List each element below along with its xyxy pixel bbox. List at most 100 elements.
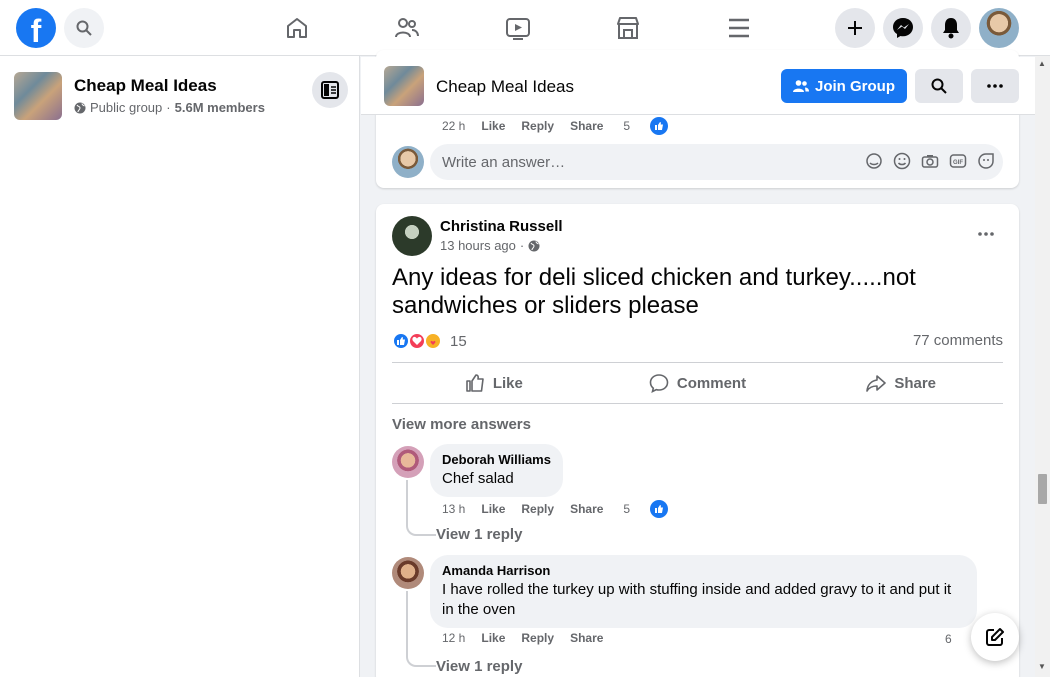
svg-text:GIF: GIF [953, 160, 963, 166]
comment-share-link[interactable]: Share [570, 119, 603, 133]
page-scrollbar[interactable]: ▲ ▼ [1035, 56, 1050, 677]
group-cover-thumbnail[interactable] [14, 72, 62, 120]
nav-menu[interactable] [723, 12, 755, 44]
comment-text: I have rolled the turkey up with stuffin… [442, 581, 952, 618]
care-reaction-icon [424, 332, 442, 350]
like-reaction-icon [650, 117, 669, 135]
compose-icon [986, 628, 1004, 646]
comment-bubble: Deborah Williams Chef salad [430, 444, 563, 497]
post-action-bar: Like Comment Share [392, 362, 1003, 404]
comment-time[interactable]: 13 h [442, 502, 465, 516]
messenger-button[interactable] [883, 8, 923, 48]
comment-actions: 12 h Like Reply Share [442, 631, 619, 645]
profile-avatar[interactable] [979, 8, 1019, 48]
comment-label: Comment [676, 374, 747, 392]
notifications-button[interactable] [931, 8, 971, 48]
thread-connector [406, 480, 436, 536]
comment-like-link[interactable]: Like [481, 502, 505, 516]
group-sidebar: Cheap Meal Ideas Public group · 5.6M mem… [0, 56, 360, 677]
people-icon [793, 80, 809, 92]
comment-like-link[interactable]: Like [481, 631, 505, 645]
thumbs-up-icon [466, 374, 484, 392]
comment-like-count[interactable]: 5 [623, 500, 684, 518]
sticker-icon[interactable] [977, 152, 995, 170]
share-label: Share [894, 374, 937, 392]
like-count-value: 5 [623, 502, 631, 516]
view-reply-link[interactable]: View 1 reply [436, 526, 522, 543]
marketplace-icon [617, 17, 639, 39]
like-count-value: 5 [623, 119, 631, 133]
join-group-button[interactable]: Join Group [781, 69, 907, 103]
comment-like-link[interactable]: Like [481, 119, 505, 133]
scroll-down-arrow[interactable]: ▼ [1038, 662, 1046, 671]
comment-reply-link[interactable]: Reply [521, 119, 554, 133]
commenter-avatar[interactable] [392, 446, 424, 478]
group-sticky-header: Cheap Meal Ideas Join Group [361, 57, 1035, 115]
gif-icon[interactable]: GIF [949, 152, 967, 170]
comment-share-link[interactable]: Share [570, 631, 603, 645]
emoji-icon[interactable] [893, 152, 911, 170]
commenter-name[interactable]: Deborah Williams [442, 452, 551, 467]
globe-icon [74, 102, 86, 113]
scroll-up-arrow[interactable]: ▲ [1038, 59, 1046, 68]
group-search-button[interactable] [915, 69, 963, 103]
reaction-summary[interactable]: 15 [392, 332, 467, 350]
comment-time[interactable]: 12 h [442, 631, 465, 645]
group-privacy: Public group [90, 100, 163, 115]
group-header-title[interactable]: Cheap Meal Ideas [436, 77, 574, 97]
scrollbar-thumb[interactable] [1038, 474, 1047, 504]
sidebar-toggle-icon [321, 81, 339, 99]
author-name[interactable]: Christina Russell [440, 218, 563, 235]
avatar-sticker-icon[interactable] [865, 152, 883, 170]
facebook-logo[interactable]: f [16, 8, 56, 48]
comment-button[interactable]: Comment [596, 363, 800, 403]
search-icon [931, 78, 947, 94]
input-tools: GIF [865, 152, 995, 170]
comment-icon [649, 374, 669, 393]
time-separator: · [519, 238, 525, 253]
share-button[interactable]: Share [799, 363, 1003, 403]
author-avatar[interactable] [392, 216, 432, 256]
comment-share-link[interactable]: Share [570, 502, 603, 516]
group-meta: Public group · 5.6M members [74, 100, 265, 115]
comment-actions: 13 h Like Reply Share 5 [442, 500, 700, 518]
join-group-label: Join Group [815, 77, 895, 95]
nav-watch[interactable] [502, 12, 534, 44]
answer-input[interactable]: Write an answer… GIF [430, 144, 1003, 180]
home-icon [287, 18, 307, 38]
like-reaction-icon [650, 500, 669, 518]
nav-marketplace[interactable] [612, 12, 644, 44]
nav-friends[interactable] [391, 12, 423, 44]
commenter-name[interactable]: Amanda Harrison [442, 563, 965, 578]
globe-icon [528, 240, 540, 251]
view-reply-link[interactable]: View 1 reply [436, 658, 522, 675]
top-navigation: f [0, 0, 1050, 56]
commenter-avatar[interactable] [392, 557, 424, 589]
new-message-button[interactable] [971, 613, 1019, 661]
view-more-answers-link[interactable]: View more answers [392, 416, 531, 433]
friends-icon [395, 18, 419, 38]
group-more-button[interactable] [971, 69, 1019, 103]
comment-like-count[interactable]: 5 [623, 117, 684, 135]
like-button[interactable]: Like [392, 363, 596, 403]
collapse-sidebar-button[interactable] [312, 72, 348, 108]
post-time[interactable]: 13 hours ago [440, 238, 516, 253]
search-button[interactable] [64, 8, 104, 48]
comment-reply-link[interactable]: Reply [521, 502, 554, 516]
post-timestamp: 13 hours ago · [440, 238, 540, 253]
group-name[interactable]: Cheap Meal Ideas [74, 76, 217, 96]
group-members[interactable]: 5.6M members [175, 100, 265, 115]
menu-icon [729, 18, 749, 38]
share-icon [866, 375, 887, 392]
my-avatar[interactable] [392, 146, 424, 178]
comment-time[interactable]: 22 h [442, 119, 465, 133]
create-icon [848, 21, 862, 35]
camera-icon[interactable] [921, 152, 939, 170]
comments-count[interactable]: 77 comments [913, 332, 1003, 349]
create-button[interactable] [835, 8, 875, 48]
group-header-thumbnail[interactable] [384, 66, 424, 106]
nav-home[interactable] [281, 12, 313, 44]
reaction-count: 15 [450, 332, 467, 350]
post-more-button[interactable] [968, 222, 1004, 246]
comment-reply-link[interactable]: Reply [521, 631, 554, 645]
